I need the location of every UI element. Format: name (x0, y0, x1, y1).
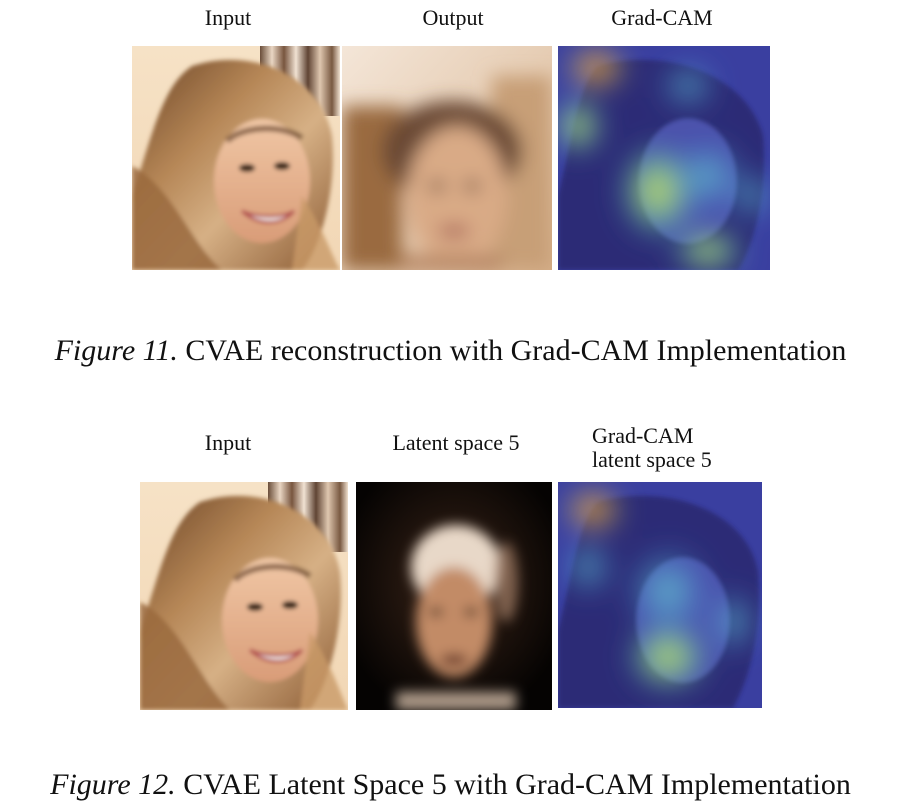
figure-12-caption-text: CVAE Latent Space 5 with Grad-CAM Implem… (175, 768, 851, 801)
gradcam-latent-heatmap-image-12 (558, 482, 762, 708)
latent-space-5-image-12 (356, 482, 552, 710)
label-gradcam-latent-12: Grad-CAM latent space 5 (592, 424, 742, 472)
label-output-11: Output (422, 5, 484, 30)
input-face-image-11 (132, 46, 340, 270)
output-reconstruction-image-11 (342, 46, 552, 270)
label-gradcam-latent-line1: Grad-CAM (592, 423, 694, 448)
label-input-12: Input (204, 430, 252, 455)
label-gradcam-11: Grad-CAM (611, 5, 713, 30)
figure-12-number: Figure 12. (50, 768, 176, 801)
label-input-11: Input (204, 5, 252, 30)
input-face-image-12 (140, 482, 348, 710)
figure-11-number: Figure 11. (54, 334, 178, 367)
figure-11-caption-text: CVAE reconstruction with Grad-CAM Implem… (177, 334, 847, 367)
figure-11-caption: Figure 11. CVAE reconstruction with Grad… (0, 334, 901, 368)
gradcam-heatmap-image-11 (558, 46, 770, 270)
label-latent-space-12: Latent space 5 (392, 430, 520, 455)
label-gradcam-latent-line2: latent space 5 (592, 447, 712, 472)
figure-12-caption: Figure 12. CVAE Latent Space 5 with Grad… (0, 768, 901, 802)
